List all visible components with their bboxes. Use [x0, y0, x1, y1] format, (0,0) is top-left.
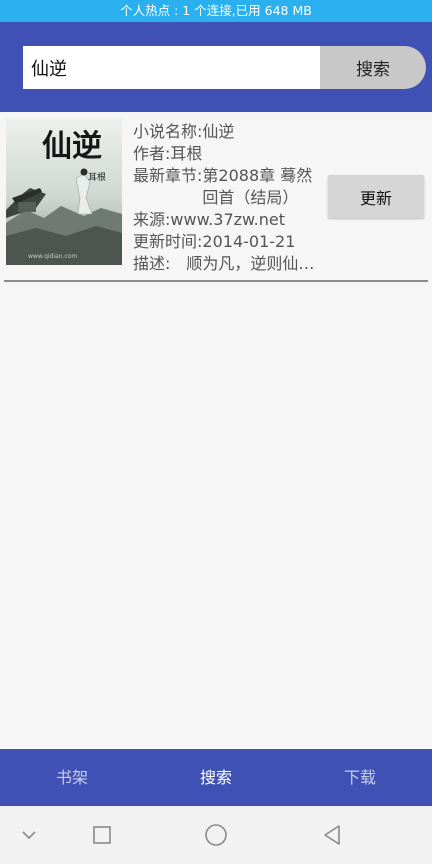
search-input[interactable] — [23, 46, 320, 89]
cover-watermark: www.qidian.com — [28, 253, 77, 260]
update-time-line: 更新时间:2014-01-21 — [133, 231, 321, 253]
cover-title-calligraphy: 仙逆 — [42, 129, 102, 164]
book-description: 顺为凡，逆则仙… — [170, 254, 315, 273]
status-bar: 个人热点 : 1 个连接,已用 648 MB — [0, 0, 432, 22]
triangle-back-icon[interactable] — [317, 820, 347, 850]
update-time: 2014-01-21 — [202, 232, 296, 251]
chevron-down-icon[interactable] — [14, 820, 44, 850]
book-author: 耳根 — [170, 144, 203, 163]
search-button[interactable]: 搜索 — [320, 46, 426, 89]
book-author-line: 作者:耳根 — [133, 143, 321, 165]
latest-chapter-label: 最新章节: — [133, 166, 203, 185]
circle-icon[interactable] — [201, 820, 231, 850]
book-source-line: 来源:www.37zw.net — [133, 209, 321, 231]
tab-download[interactable]: 下载 — [288, 749, 432, 806]
book-title: 仙逆 — [202, 122, 235, 141]
update-button[interactable]: 更新 — [328, 175, 424, 218]
book-info: 小说名称:仙逆 作者:耳根 最新章节: 第2088章 蓦然回首（结局） 来源:ww… — [133, 121, 321, 275]
book-description-line: 描述: 顺为凡，逆则仙… — [133, 253, 321, 275]
latest-chapter-line: 最新章节: 第2088章 蓦然回首（结局） — [133, 165, 321, 209]
book-source-label: 来源: — [133, 210, 171, 229]
search-header: 搜索 — [0, 22, 432, 112]
tab-search[interactable]: 搜索 — [144, 749, 288, 806]
cover-author-calligraphy: 耳根 — [88, 171, 106, 183]
book-description-label: 描述: — [133, 254, 171, 273]
book-cover-image: 仙逆 耳根 www.qidian.com — [6, 118, 122, 265]
book-title-line: 小说名称:仙逆 — [133, 121, 321, 143]
bottom-navigation: 书架 搜索 下载 — [0, 749, 432, 806]
square-icon[interactable] — [87, 820, 117, 850]
update-time-label: 更新时间: — [133, 232, 203, 251]
system-navigation-bar — [0, 806, 432, 864]
book-title-label: 小说名称: — [133, 122, 203, 141]
svg-text:耳根: 耳根 — [88, 171, 106, 183]
status-text: 个人热点 : 1 个连接,已用 648 MB — [120, 3, 312, 18]
tab-bookshelf[interactable]: 书架 — [0, 749, 144, 806]
book-source: www.37zw.net — [170, 210, 285, 229]
search-result-item[interactable]: 仙逆 耳根 www.qidian.com 小说名称:仙逆 作者:耳根 最新章节:… — [4, 115, 428, 282]
book-author-label: 作者: — [133, 144, 171, 163]
latest-chapter: 第2088章 蓦然回首（结局） — [202, 166, 313, 207]
svg-text:仙逆: 仙逆 — [42, 129, 102, 164]
